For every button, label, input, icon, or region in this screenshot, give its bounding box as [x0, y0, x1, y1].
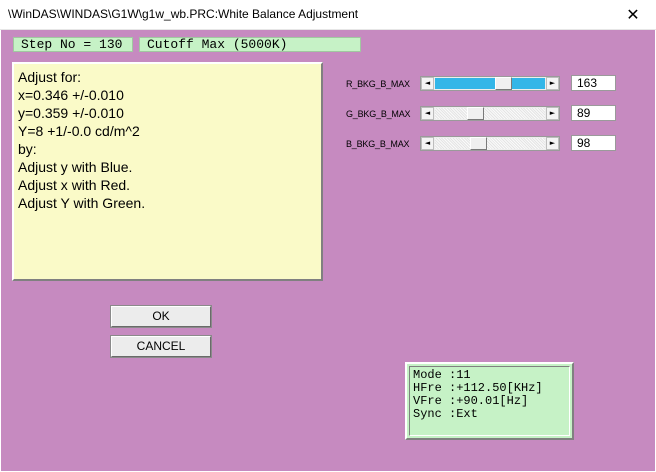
instruction-line: by:	[18, 141, 37, 157]
close-icon[interactable]: ✕	[610, 0, 656, 29]
slider-track[interactable]	[435, 138, 545, 149]
instruction-line: Adjust x with Red.	[18, 177, 131, 193]
window-title: \WinDAS\WINDAS\G1W\g1w_wb.PRC:White Bala…	[8, 7, 359, 21]
slider-value-g[interactable]: 89	[571, 105, 616, 121]
status-sync: Sync :Ext	[413, 407, 478, 421]
slider-label-g: G_BKG_B_MAX	[346, 109, 411, 119]
slider-thumb[interactable]	[467, 107, 484, 120]
ok-button[interactable]: OK	[111, 306, 211, 327]
slider-value-r[interactable]: 163	[571, 75, 616, 91]
slider-thumb[interactable]	[470, 137, 487, 150]
status-inner: Mode :11 HFre :+112.50[KHz] VFre :+90.01…	[409, 366, 570, 436]
instruction-line: Y=8 +1/-0.0 cd/m^2	[18, 123, 140, 139]
instruction-line: x=0.346 +/-0.010	[18, 87, 124, 103]
instruction-line: y=0.359 +/-0.010	[18, 105, 124, 121]
slider-thumb[interactable]	[495, 77, 512, 90]
slider-track[interactable]	[435, 108, 545, 119]
cancel-button[interactable]: CANCEL	[111, 336, 211, 357]
instruction-panel: Adjust for: x=0.346 +/-0.010 y=0.359 +/-…	[12, 62, 323, 281]
slider-value-b[interactable]: 98	[571, 135, 616, 151]
status-panel: Mode :11 HFre :+112.50[KHz] VFre :+90.01…	[405, 362, 574, 440]
title-bar[interactable]: \WinDAS\WINDAS\G1W\g1w_wb.PRC:White Bala…	[0, 0, 656, 30]
slider-track[interactable]	[435, 78, 545, 89]
arrow-right-icon[interactable]: ►	[546, 107, 559, 120]
arrow-right-icon[interactable]: ►	[546, 137, 559, 150]
slider-r[interactable]: ◄ ►	[420, 76, 560, 91]
instruction-line: Adjust for:	[18, 69, 82, 85]
slider-b[interactable]: ◄ ►	[420, 136, 560, 151]
slider-label-r: R_BKG_B_MAX	[346, 79, 410, 89]
cutoff-label: Cutoff Max (5000K)	[139, 37, 361, 52]
arrow-left-icon[interactable]: ◄	[421, 137, 434, 150]
slider-label-b: B_BKG_B_MAX	[346, 139, 410, 149]
arrow-right-icon[interactable]: ►	[546, 77, 559, 90]
instruction-line: Adjust Y with Green.	[18, 195, 146, 211]
instruction-line: Adjust y with Blue.	[18, 159, 133, 175]
arrow-left-icon[interactable]: ◄	[421, 107, 434, 120]
arrow-left-icon[interactable]: ◄	[421, 77, 434, 90]
step-number-label: Step No = 130	[13, 37, 133, 52]
app-window: \WinDAS\WINDAS\G1W\g1w_wb.PRC:White Bala…	[0, 0, 656, 472]
slider-g[interactable]: ◄ ►	[420, 106, 560, 121]
